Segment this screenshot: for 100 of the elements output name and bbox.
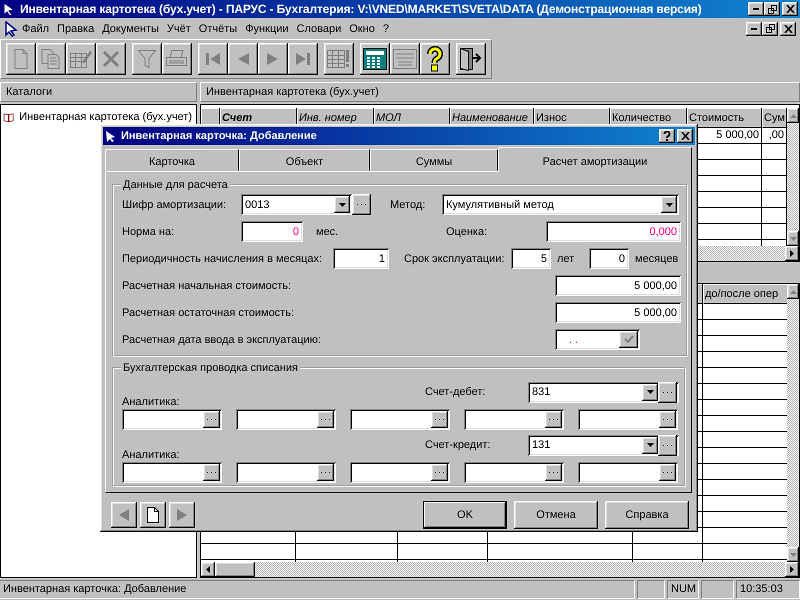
- vertical-scrollbar[interactable]: [787, 284, 799, 562]
- close-icon: [680, 132, 690, 140]
- field-label: Расчетная начальная стоимость:: [122, 280, 292, 292]
- menu-item[interactable]: Правка: [53, 20, 98, 36]
- input-field[interactable]: 1: [333, 248, 389, 270]
- browse-button[interactable]: [659, 410, 676, 428]
- browse-button[interactable]: [317, 464, 334, 481]
- lookup-field[interactable]: [464, 462, 564, 483]
- app-icon: [4, 20, 18, 36]
- scroll-right-button[interactable]: [785, 562, 799, 577]
- caret-down-icon: [646, 443, 654, 448]
- browse-button[interactable]: [545, 464, 562, 481]
- input-field[interactable]: 5: [511, 248, 551, 270]
- restore-button[interactable]: [762, 22, 778, 36]
- tab[interactable]: Карточка: [105, 148, 239, 171]
- browse-button[interactable]: [431, 464, 448, 481]
- check-icon: [624, 335, 634, 344]
- combo-field[interactable]: 831: [528, 382, 679, 403]
- scroll-left-button[interactable]: [201, 562, 215, 577]
- dialog-button[interactable]: Справка: [605, 501, 689, 529]
- menu-item[interactable]: ?: [378, 20, 393, 36]
- input-field[interactable]: 0: [241, 221, 303, 242]
- input-field[interactable]: 5 000,00: [555, 275, 681, 296]
- column-header[interactable]: Стоимость: [687, 108, 761, 128]
- caret-down-icon: [646, 390, 654, 394]
- browse-button[interactable]: [658, 382, 677, 403]
- menu-item[interactable]: Документы: [98, 20, 163, 36]
- restore-button[interactable]: [764, 2, 780, 16]
- field-label: Шифр амортизации:: [122, 198, 228, 211]
- browse-button[interactable]: [658, 434, 677, 456]
- horizontal-scrollbar[interactable]: [201, 562, 799, 577]
- lookup-field[interactable]: [578, 408, 678, 430]
- date-field[interactable]: . .: [555, 329, 640, 350]
- input-field[interactable]: 0: [589, 248, 629, 270]
- lookup-field[interactable]: [122, 462, 222, 483]
- dropdown-button[interactable]: [661, 196, 677, 214]
- scroll-up-button[interactable]: [787, 284, 799, 299]
- dropdown-button[interactable]: [642, 384, 658, 401]
- close-button[interactable]: [782, 2, 798, 16]
- next-button[interactable]: [169, 502, 195, 528]
- lookup-field[interactable]: [464, 408, 564, 430]
- prev-button[interactable]: [111, 502, 137, 528]
- minimize-icon: [751, 28, 757, 30]
- new-record-button[interactable]: [140, 502, 166, 528]
- lookup-field[interactable]: [236, 462, 336, 483]
- browse-button[interactable]: [317, 410, 334, 428]
- combo-field[interactable]: 131: [528, 434, 679, 456]
- lookup-field[interactable]: [350, 462, 450, 483]
- input-field[interactable]: 0,000: [546, 221, 681, 242]
- input-field[interactable]: 5 000,00: [555, 302, 681, 324]
- minimize-button[interactable]: [748, 2, 764, 16]
- dropdown-button[interactable]: [642, 436, 658, 454]
- combo-field[interactable]: Кумулятивный метод: [442, 194, 679, 216]
- browse-button[interactable]: [431, 410, 448, 428]
- dialog-button[interactable]: Отмена: [514, 501, 598, 529]
- close-button[interactable]: [780, 22, 796, 36]
- menu-item[interactable]: Словари: [292, 20, 346, 36]
- app-icon: [2, 2, 16, 16]
- minimize-button[interactable]: [746, 22, 762, 36]
- scroll-thumb[interactable]: [215, 562, 255, 577]
- browse-button[interactable]: [203, 464, 220, 481]
- lookup-field[interactable]: [122, 408, 222, 430]
- caret-down-icon: [790, 552, 796, 556]
- caret-right-icon: [790, 566, 794, 573]
- field-label: Аналитика:: [122, 396, 181, 408]
- field-label: Метод:: [390, 198, 426, 211]
- browse-button[interactable]: [545, 410, 562, 428]
- caret-up-icon: [790, 290, 796, 294]
- scroll-down-button[interactable]: [787, 547, 799, 562]
- dropdown-button[interactable]: [334, 196, 350, 214]
- browse-button[interactable]: [352, 194, 371, 216]
- question-icon: [663, 130, 671, 141]
- help-button[interactable]: [659, 128, 675, 143]
- lookup-field[interactable]: [578, 462, 678, 483]
- menu-item[interactable]: Функции: [241, 20, 293, 36]
- column-header[interactable]: Сум: [762, 108, 786, 128]
- scroll-right-button[interactable]: [785, 246, 799, 261]
- scroll-up-button[interactable]: [787, 108, 799, 123]
- vertical-scrollbar[interactable]: [787, 108, 799, 246]
- lookup-field[interactable]: [236, 408, 336, 430]
- field-label: Счет-дебет:: [425, 386, 486, 398]
- browse-button[interactable]: [659, 464, 676, 481]
- dialog-button[interactable]: OK: [423, 501, 507, 529]
- close-button[interactable]: [677, 128, 693, 143]
- menu-item[interactable]: Файл: [18, 20, 54, 36]
- menu-item[interactable]: Учёт: [162, 20, 195, 36]
- column-header[interactable]: до/после опер: [703, 284, 787, 304]
- lookup-field[interactable]: [350, 408, 450, 430]
- restore-icon: [768, 4, 776, 14]
- combo-field[interactable]: 0013: [241, 194, 352, 216]
- menu-item[interactable]: Окно: [345, 20, 379, 36]
- tab[interactable]: Суммы: [370, 148, 498, 171]
- tree-item[interactable]: Инвентарная картотека (бух.учет): [17, 110, 194, 124]
- tab[interactable]: Расчет амортизации: [498, 146, 692, 172]
- browse-button[interactable]: [203, 410, 220, 428]
- scroll-down-button[interactable]: [787, 231, 799, 246]
- window-title: Инвентарная картотека (бух.учет) - ПАРУС - Бухгалтерия: V:\VNED\MARKET\SVETA\DATA (Демонстрационная версия): [20, 2, 703, 16]
- tab[interactable]: Объект: [239, 148, 370, 171]
- menu-item[interactable]: Отчёты: [194, 20, 242, 36]
- status-indicator: NUM: [667, 580, 699, 598]
